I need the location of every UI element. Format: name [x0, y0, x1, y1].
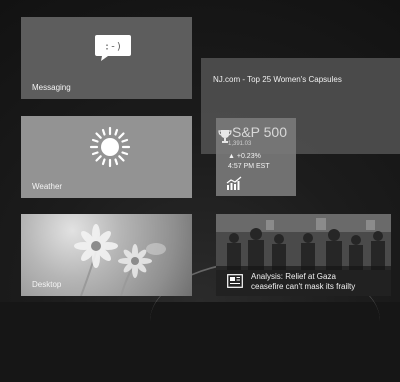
weather-label: Weather: [32, 182, 63, 191]
analysis-line-2: ceasefire can't mask its frailty: [251, 282, 356, 291]
finance-value: 1,391.03: [228, 141, 252, 147]
weather-tile[interactable]: Weather: [21, 116, 192, 198]
analysis-line-1: Analysis: Relief at Gaza: [251, 272, 336, 281]
desktop-tile[interactable]: Desktop: [21, 214, 192, 296]
newspaper-icon: [227, 274, 243, 288]
speech-bubble-smiley-icon: :-): [95, 35, 131, 61]
analysis-headline: Analysis: Relief at Gaza ceasefire can't…: [251, 272, 386, 292]
news-photo: [216, 214, 391, 270]
finance-change: ▲ +0.23%: [228, 153, 261, 160]
finance-tile[interactable]: S&P 500 1,391.03 ▲ +0.23% 4:57 PM EST: [216, 118, 296, 196]
finance-time: 4:57 PM EST: [228, 163, 270, 170]
start-screen: :-) Messaging Weather Desktop NJ.com - T…: [0, 0, 400, 302]
analysis-news-tile[interactable]: Analysis: Relief at Gaza ceasefire can't…: [216, 214, 391, 296]
smiley-glyph: :-): [104, 42, 122, 53]
messaging-label: Messaging: [32, 83, 71, 92]
finance-title: S&P 500: [232, 124, 288, 140]
desktop-label: Desktop: [32, 280, 62, 289]
sun-icon: [89, 126, 131, 168]
news-headline: NJ.com - Top 25 Women's Capsules: [213, 75, 342, 84]
messaging-tile[interactable]: :-) Messaging: [21, 17, 192, 99]
chart-icon: [226, 176, 242, 190]
